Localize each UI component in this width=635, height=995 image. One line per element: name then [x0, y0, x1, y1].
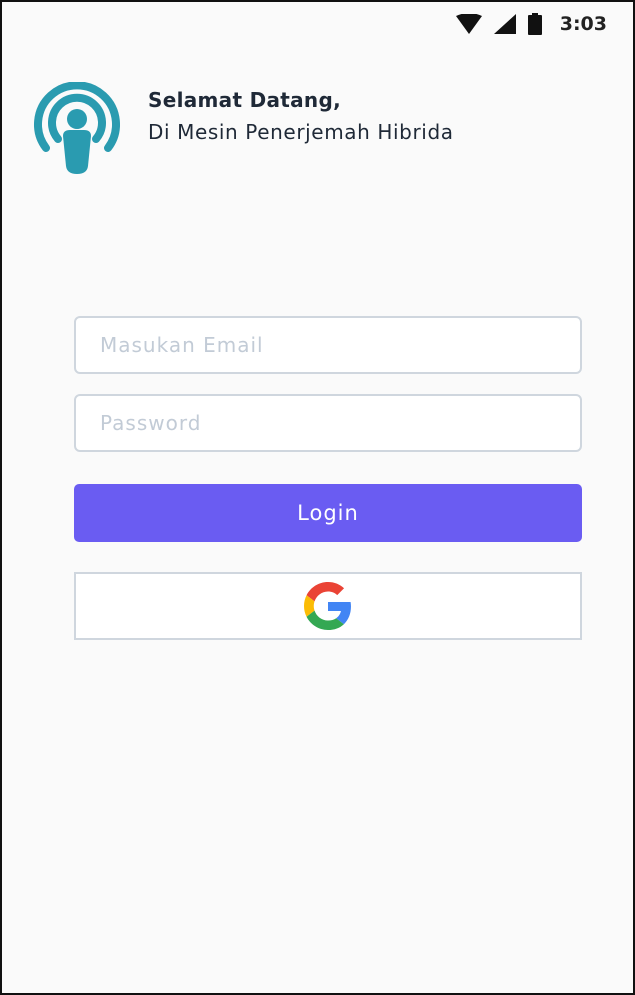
password-field-wrapper: [74, 394, 582, 452]
email-field-wrapper: [74, 316, 582, 374]
podcast-broadcast-icon: [34, 82, 120, 174]
email-input[interactable]: [100, 333, 580, 357]
battery-icon: [527, 13, 542, 35]
login-form: Login: [74, 316, 582, 640]
welcome-title: Selamat Datang,: [148, 88, 341, 112]
status-bar: 3:03: [2, 2, 633, 46]
wifi-icon: [455, 14, 482, 34]
login-button[interactable]: Login: [74, 484, 582, 542]
password-input[interactable]: [100, 411, 580, 435]
app-screen: 3:03 Selamat Datang, Di Mesin Penerjemah…: [0, 0, 635, 995]
welcome-header: Selamat Datang, Di Mesin Penerjemah Hibr…: [30, 82, 454, 176]
google-logo-icon: [304, 582, 351, 630]
cellular-signal-icon: [493, 14, 516, 34]
google-sign-in-button[interactable]: [74, 572, 582, 640]
status-time: 3:03: [559, 13, 607, 35]
welcome-subtitle: Di Mesin Penerjemah Hibrida: [148, 120, 454, 144]
greeting: Selamat Datang, Di Mesin Penerjemah Hibr…: [148, 82, 454, 144]
